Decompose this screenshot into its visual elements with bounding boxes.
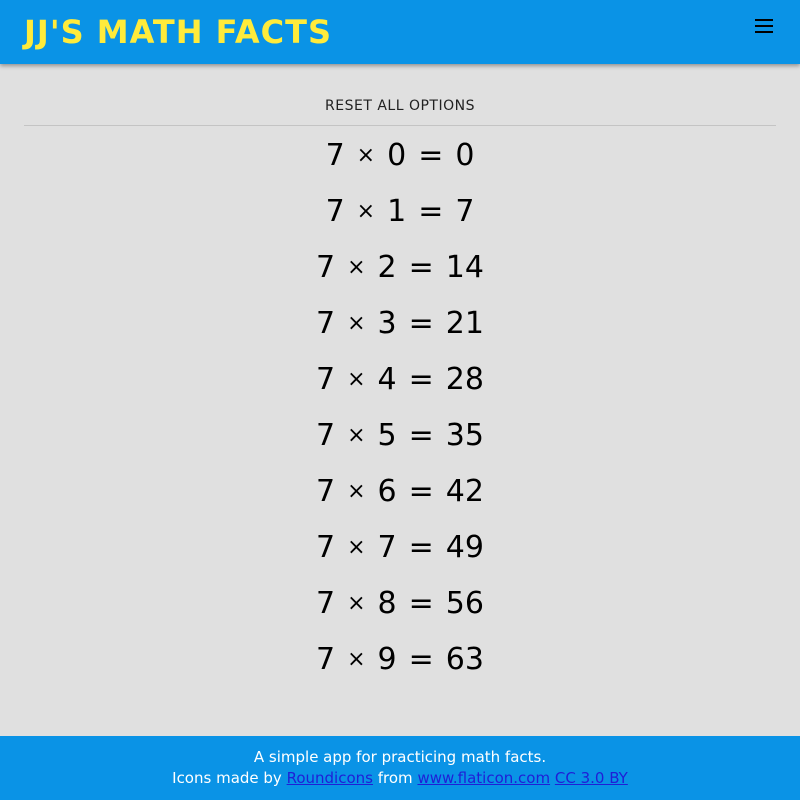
multiply-sign: ×	[347, 255, 366, 280]
menu-bar-line	[755, 25, 773, 27]
fact-operand-b: 6	[377, 474, 397, 509]
equals-sign: =	[408, 474, 434, 509]
equals-sign: =	[408, 250, 434, 285]
fact-operand-a: 7	[316, 586, 336, 621]
multiply-sign: ×	[347, 311, 366, 336]
fact-result: 63	[445, 642, 484, 677]
fact-row: 7 × 1 = 7	[0, 184, 800, 240]
fact-operand-b: 2	[377, 250, 397, 285]
fact-operand-b: 1	[387, 194, 407, 229]
app-bar: JJ'S MATH FACTS	[0, 0, 800, 64]
fact-operand-b: 5	[377, 418, 397, 453]
fact-row: 7 × 2 = 14	[0, 240, 800, 296]
fact-operand-a: 7	[325, 194, 345, 229]
facts-list: 7 × 0 = 0 7 × 1 = 7 7 × 2 = 14 7 × 3 = 2…	[0, 128, 800, 688]
roundicons-link[interactable]: Roundicons	[287, 769, 373, 787]
fact-operand-a: 7	[325, 138, 345, 173]
fact-row: 7 × 9 = 63	[0, 632, 800, 688]
fact-result: 56	[445, 586, 484, 621]
fact-row: 7 × 4 = 28	[0, 352, 800, 408]
fact-operand-a: 7	[316, 362, 336, 397]
equals-sign: =	[408, 306, 434, 341]
fact-row: 7 × 8 = 56	[0, 576, 800, 632]
equals-sign: =	[408, 530, 434, 565]
multiply-sign: ×	[347, 479, 366, 504]
multiply-sign: ×	[347, 591, 366, 616]
footer: A simple app for practicing math facts. …	[0, 736, 800, 800]
fact-operand-a: 7	[316, 418, 336, 453]
fact-row: 7 × 6 = 42	[0, 464, 800, 520]
fact-result: 21	[445, 306, 484, 341]
fact-operand-b: 9	[377, 642, 397, 677]
equals-sign: =	[418, 194, 444, 229]
fact-result: 28	[445, 362, 484, 397]
fact-result: 42	[445, 474, 484, 509]
fact-row: 7 × 5 = 35	[0, 408, 800, 464]
footer-tagline: A simple app for practicing math facts.	[253, 748, 547, 766]
app-title: JJ'S MATH FACTS	[24, 13, 332, 51]
equals-sign: =	[408, 418, 434, 453]
fact-row: 7 × 3 = 21	[0, 296, 800, 352]
fact-operand-a: 7	[316, 530, 336, 565]
equals-sign: =	[418, 138, 444, 173]
footer-credits: Icons made by Roundicons from www.flatic…	[0, 768, 800, 789]
hamburger-menu-icon[interactable]	[748, 10, 780, 42]
fact-operand-a: 7	[316, 250, 336, 285]
fact-operand-b: 7	[377, 530, 397, 565]
fact-operand-a: 7	[316, 474, 336, 509]
divider	[24, 125, 776, 126]
license-link[interactable]: CC 3.0 BY	[555, 769, 628, 787]
fact-result: 14	[445, 250, 484, 285]
fact-operand-a: 7	[316, 642, 336, 677]
from-text: from	[377, 769, 413, 787]
fact-result: 7	[455, 194, 475, 229]
fact-row: 7 × 7 = 49	[0, 520, 800, 576]
equals-sign: =	[408, 362, 434, 397]
fact-row: 7 × 0 = 0	[0, 128, 800, 184]
menu-bar-line	[755, 31, 773, 33]
fact-operand-b: 8	[377, 586, 397, 621]
fact-operand-b: 4	[377, 362, 397, 397]
multiply-sign: ×	[347, 535, 366, 560]
reset-all-options-button[interactable]: RESET ALL OPTIONS	[300, 94, 500, 118]
icons-credit-prefix: Icons made by	[172, 769, 282, 787]
fact-result: 0	[455, 138, 475, 173]
multiply-sign: ×	[356, 199, 376, 224]
fact-operand-b: 3	[377, 306, 397, 341]
multiply-sign: ×	[356, 143, 376, 168]
fact-operand-b: 0	[387, 138, 407, 173]
equals-sign: =	[408, 586, 434, 621]
multiply-sign: ×	[347, 647, 366, 672]
fact-operand-a: 7	[316, 306, 336, 341]
fact-result: 35	[445, 418, 484, 453]
equals-sign: =	[408, 642, 434, 677]
fact-result: 49	[445, 530, 484, 565]
multiply-sign: ×	[347, 423, 366, 448]
menu-bar-line	[755, 19, 773, 21]
multiply-sign: ×	[347, 367, 366, 392]
flaticon-link[interactable]: www.flaticon.com	[417, 769, 550, 787]
main-content: RESET ALL OPTIONS 7 × 0 = 0 7 × 1 = 7 7 …	[0, 64, 800, 736]
